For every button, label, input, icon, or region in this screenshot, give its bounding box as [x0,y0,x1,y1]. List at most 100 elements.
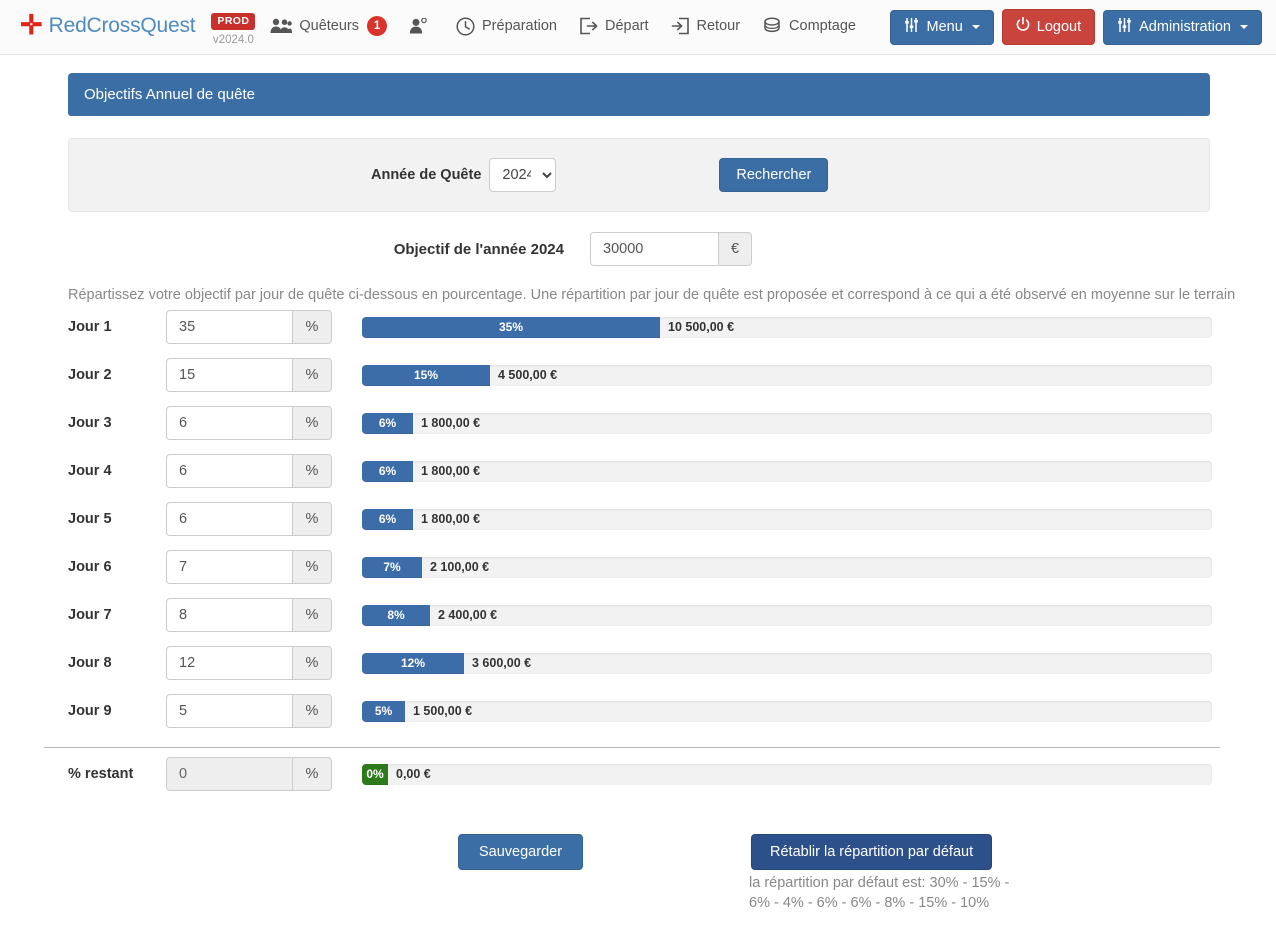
day-label: Jour 3 [68,415,112,431]
administration-button-label: Administration [1139,18,1231,35]
coins-icon [762,17,782,35]
day-percent-input-group: % [166,598,332,632]
brand-name: RedCrossQuest [48,14,196,37]
footer-actions: Sauvegarder Rétablir la répartition par … [0,820,1276,931]
day-progress-bar: 6% 1 800,00 € [362,412,1212,434]
day-percent-input-group: % [166,454,332,488]
search-panel: Année de Quête 2024 Rechercher [68,138,1210,212]
day-amount: 2 100,00 € [430,560,490,574]
day-percent-input[interactable] [166,310,292,344]
day-row: Jour 7% 8% 2 400,00 € [0,591,1276,639]
remaining-input [166,757,292,791]
day-amount: 2 400,00 € [438,608,498,622]
day-percent-input[interactable] [166,598,292,632]
annual-objective-row: Objectif de l'année 2024 € [0,232,1276,266]
page-title: Objectifs Annuel de quête [68,73,1210,116]
save-button[interactable]: Sauvegarder [458,834,584,870]
day-amount: 10 500,00 € [668,320,735,334]
year-select[interactable]: 2024 [489,158,557,192]
day-progress-fill: 35% [362,316,660,338]
percent-addon: % [292,310,332,344]
day-amount: 1 800,00 € [421,416,481,430]
remaining-input-group: % [166,757,332,791]
euro-addon: € [718,232,752,266]
logout-button[interactable]: Logout [1001,9,1096,46]
logout-button-label: Logout [1036,18,1082,35]
day-progress-bar: 6% 1 800,00 € [362,508,1212,530]
day-progress-bar: 7% 2 100,00 € [362,556,1212,578]
annual-objective-input[interactable] [590,232,718,266]
sign-in-icon [671,17,690,35]
day-row: Jour 2% 15% 4 500,00 € [0,351,1276,399]
day-percent-input[interactable] [166,694,292,728]
day-label: Jour 1 [68,319,112,335]
nav-label-retour: Retour [696,18,741,34]
nav-item-depart[interactable]: Départ [568,0,660,52]
day-percent-input-group: % [166,310,332,344]
day-row: Jour 9% 5% 1 500,00 € [0,687,1276,735]
day-percent-input-group: % [166,646,332,680]
nav-item-retour[interactable]: Retour [660,0,752,52]
day-row: Jour 1% 35% 10 500,00 € [0,303,1276,351]
day-percent-input-group: % [166,550,332,584]
day-progress-fill: 8% [362,604,430,626]
day-row: Jour 6% 7% 2 100,00 € [0,543,1276,591]
day-percent-input[interactable] [166,358,292,392]
percent-addon: % [292,598,332,632]
user-plus-icon [409,18,427,34]
default-distribution-hint: la répartition par défaut est: 30% - 15%… [749,875,1010,911]
day-label: Jour 6 [68,559,112,575]
top-navbar: ✛ RedCrossQuest PROD v2024.0 Quêteurs 1 [0,0,1276,55]
red-cross-icon: ✛ [20,9,43,40]
administration-button[interactable]: Administration [1103,9,1262,45]
day-label: Jour 5 [68,511,112,527]
search-button[interactable]: Rechercher [719,158,829,192]
day-percent-input[interactable] [166,550,292,584]
app-version: v2024.0 [212,34,254,46]
nav-label-depart: Départ [604,18,649,34]
day-amount: 1 500,00 € [413,704,473,718]
day-percent-input-group: % [166,502,332,536]
day-row: Jour 8% 12% 3 600,00 € [0,639,1276,687]
percent-addon: % [292,358,332,392]
power-icon [1016,16,1030,37]
day-percent-input[interactable] [166,502,292,536]
day-progress-fill: 15% [362,364,490,386]
nav-label-preparation: Préparation [482,18,557,34]
percent-addon: % [292,406,332,440]
day-percent-input[interactable] [166,646,292,680]
day-label: Jour 7 [68,607,112,623]
day-amount: 1 800,00 € [421,464,481,478]
day-progress-fill: 6% [362,460,413,482]
day-percent-input[interactable] [166,406,292,440]
annual-objective-label: Objectif de l'année 2024 [393,240,564,258]
day-progress-fill: 12% [362,652,464,674]
nav-item-comptage[interactable]: Comptage [751,0,867,52]
day-rows-container: Jour 1% 35% 10 500,00 € Jour 2% 15% 4 500,00 … [0,303,1276,735]
percent-addon: % [292,646,332,680]
year-label: Année de Quête [371,167,482,183]
users-icon [270,18,293,34]
reset-distribution-button[interactable]: Rétablir la répartition par défaut [751,834,993,870]
queteurs-count-badge: 1 [367,16,388,36]
brand-logo[interactable]: ✛ RedCrossQuest [14,0,201,52]
day-progress-fill: 7% [362,556,422,578]
day-amount: 3 600,00 € [472,656,532,670]
day-label: Jour 4 [68,463,112,479]
nav-label-queteurs: Quêteurs [299,18,360,34]
sliders-icon [1117,17,1132,37]
environment-info: PROD v2024.0 [211,0,256,46]
chevron-down-icon [971,25,980,30]
day-progress-bar: 35% 10 500,00 € [362,316,1212,338]
nav-item-queteurs[interactable]: Quêteurs 1 [259,0,398,52]
nav-label-comptage: Comptage [789,18,856,34]
nav-item-preparation[interactable]: Préparation [445,0,568,52]
day-percent-input[interactable] [166,454,292,488]
menu-button[interactable]: Menu [890,9,994,45]
day-amount: 1 800,00 € [421,512,481,526]
percent-addon: % [292,454,332,488]
day-progress-bar: 12% 3 600,00 € [362,652,1212,674]
nav-item-add-queteur[interactable] [398,0,445,52]
remaining-row: % restant % 0% 0,00 € [0,748,1276,800]
day-progress-fill: 6% [362,412,413,434]
